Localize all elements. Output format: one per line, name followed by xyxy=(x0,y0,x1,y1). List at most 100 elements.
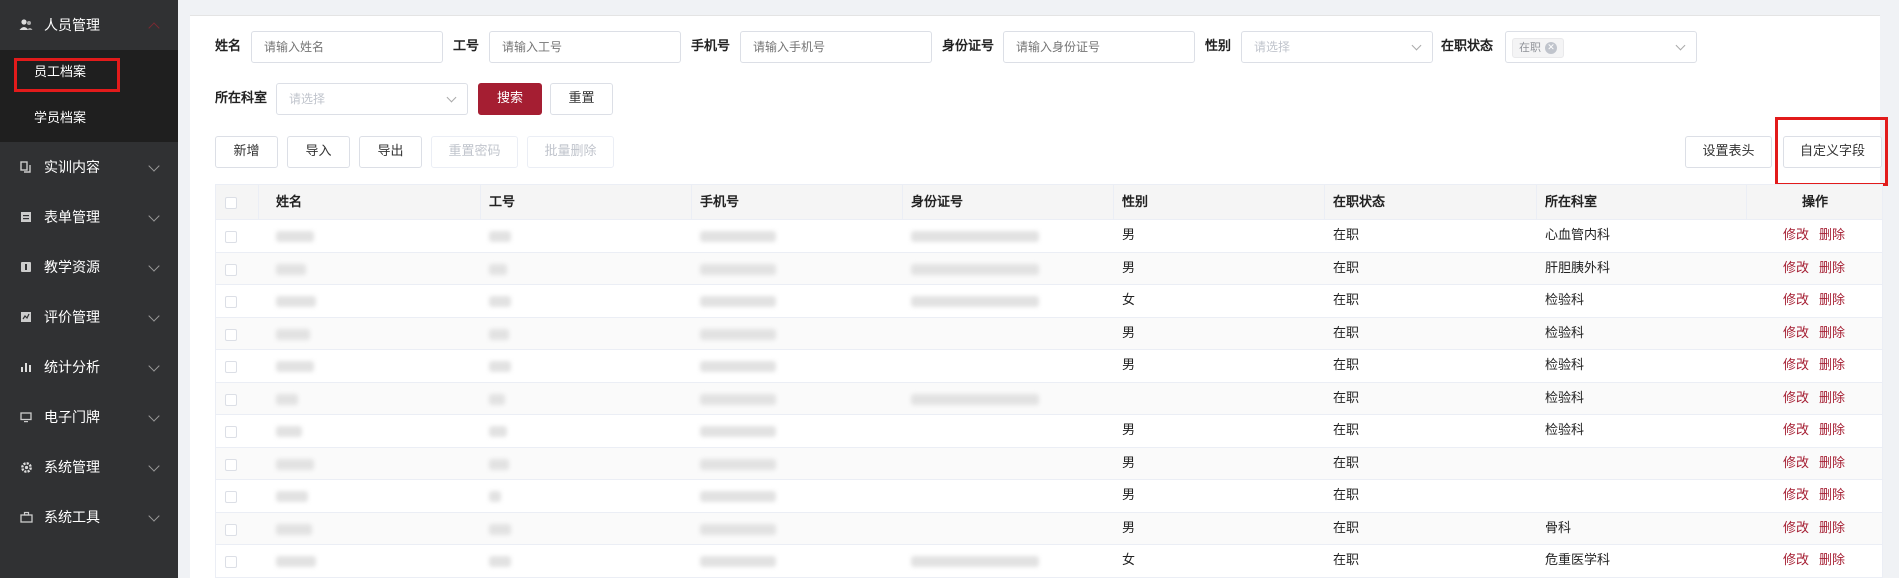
table-header: 姓名 工号 手机号 身份证号 性别 在职状态 所在科室 操作 xyxy=(215,184,1883,221)
job-no-input[interactable] xyxy=(489,31,681,63)
status-tag-label: 在职 xyxy=(1519,41,1541,54)
nav-group-evaluation[interactable]: 评价管理 xyxy=(0,292,178,342)
row-checkbox[interactable] xyxy=(225,458,237,471)
chevron-up-icon xyxy=(148,22,160,34)
gender-select-placeholder: 请选择 xyxy=(1254,40,1291,54)
chevron-down-icon xyxy=(1675,40,1686,51)
delete-link[interactable]: 删除 xyxy=(1819,350,1845,382)
subnav-personnel: 员工档案 学员档案 xyxy=(0,50,178,142)
blurred-phone xyxy=(700,328,776,340)
gender-select[interactable]: 请选择 xyxy=(1241,31,1433,63)
edit-link[interactable]: 修改 xyxy=(1783,513,1809,545)
delete-link[interactable]: 删除 xyxy=(1819,253,1845,285)
chevron-down-icon xyxy=(148,410,160,422)
sidebar: 人员管理 员工档案 学员档案 实训内容 表单管理 教学资源 评价管理 统计分析 xyxy=(0,0,178,578)
dept-select[interactable]: 请选择 xyxy=(276,83,468,115)
cell-gender: 男 xyxy=(1122,260,1136,276)
cell-gender: 男 xyxy=(1122,520,1136,536)
edit-link[interactable]: 修改 xyxy=(1783,545,1809,577)
sub-item-employee-archive[interactable]: 员工档案 xyxy=(0,50,178,96)
blurred-name xyxy=(276,393,298,405)
nav-group-system-tools[interactable]: 系统工具 xyxy=(0,492,178,542)
delete-link[interactable]: 删除 xyxy=(1819,318,1845,350)
blurred-job-no xyxy=(489,491,501,502)
delete-link[interactable]: 删除 xyxy=(1819,415,1845,447)
blurred-phone xyxy=(700,393,776,405)
row-checkbox[interactable] xyxy=(225,426,237,438)
column-header-select xyxy=(216,185,259,221)
nav-group-label: 电子门牌 xyxy=(44,410,100,426)
sub-item-label: 学员档案 xyxy=(34,111,87,126)
edit-link[interactable]: 修改 xyxy=(1783,220,1809,252)
row-checkbox[interactable] xyxy=(225,393,237,406)
nav-group-e-doorplate[interactable]: 电子门牌 xyxy=(0,392,178,442)
cell-dept: 骨科 xyxy=(1545,520,1572,536)
reset-button[interactable]: 重置 xyxy=(550,83,613,115)
edit-link[interactable]: 修改 xyxy=(1783,480,1809,512)
reset-password-button[interactable]: 重置密码 xyxy=(431,136,518,168)
table-row: 男 在职 修改 删除 xyxy=(215,480,1883,513)
import-button[interactable]: 导入 xyxy=(287,136,350,168)
cell-gender: 男 xyxy=(1122,455,1136,471)
nav-group-forms[interactable]: 表单管理 xyxy=(0,192,178,242)
row-checkbox[interactable] xyxy=(225,523,237,536)
cell-dept xyxy=(1537,448,1545,480)
edit-link[interactable]: 修改 xyxy=(1783,350,1809,382)
blurred-name xyxy=(276,361,314,372)
edit-link[interactable]: 修改 xyxy=(1783,383,1809,415)
cell-status: 在职 xyxy=(1333,358,1360,373)
id-card-input[interactable] xyxy=(1003,31,1195,63)
row-checkbox[interactable] xyxy=(225,263,237,276)
blurred-name xyxy=(276,263,306,275)
blurred-phone xyxy=(700,361,776,372)
sub-item-student-archive[interactable]: 学员档案 xyxy=(0,96,178,142)
row-checkbox[interactable] xyxy=(225,328,237,341)
add-button[interactable]: 新增 xyxy=(215,136,278,168)
nav-group-label: 统计分析 xyxy=(44,360,100,376)
blurred-name xyxy=(276,296,316,307)
delete-link[interactable]: 删除 xyxy=(1819,285,1845,317)
close-icon[interactable]: ✕ xyxy=(1545,42,1557,54)
evaluation-icon xyxy=(16,310,36,324)
column-header-job-no: 工号 xyxy=(481,185,692,221)
edit-link[interactable]: 修改 xyxy=(1783,415,1809,447)
blurred-phone xyxy=(700,296,776,307)
phone-input[interactable] xyxy=(740,31,932,63)
row-checkbox[interactable] xyxy=(225,361,237,373)
chevron-down-icon xyxy=(148,310,160,322)
edit-link[interactable]: 修改 xyxy=(1783,448,1809,480)
delete-link[interactable]: 删除 xyxy=(1819,448,1845,480)
name-input[interactable] xyxy=(251,31,443,63)
cell-status: 在职 xyxy=(1333,455,1360,471)
edit-link[interactable]: 修改 xyxy=(1783,318,1809,350)
delete-link[interactable]: 删除 xyxy=(1819,513,1845,545)
delete-link[interactable]: 删除 xyxy=(1819,383,1845,415)
nav-group-system-management[interactable]: 系统管理 xyxy=(0,442,178,492)
export-button[interactable]: 导出 xyxy=(359,136,422,168)
table-row: 男 在职 骨科 修改 删除 xyxy=(215,512,1883,545)
blurred-name xyxy=(276,556,316,567)
nav-group-training[interactable]: 实训内容 xyxy=(0,142,178,192)
nav-group-statistics[interactable]: 统计分析 xyxy=(0,342,178,392)
blurred-job-no xyxy=(489,263,507,275)
delete-link[interactable]: 删除 xyxy=(1819,545,1845,577)
status-select[interactable]: 在职 ✕ xyxy=(1505,31,1697,63)
set-header-button[interactable]: 设置表头 xyxy=(1685,136,1772,168)
filter-id-card-label: 身份证号 xyxy=(942,39,995,54)
batch-delete-button[interactable]: 批量删除 xyxy=(527,136,614,168)
edit-link[interactable]: 修改 xyxy=(1783,285,1809,317)
row-checkbox[interactable] xyxy=(225,491,237,503)
nav-group-personnel[interactable]: 人员管理 xyxy=(0,0,178,50)
row-checkbox[interactable] xyxy=(225,556,237,568)
row-checkbox[interactable] xyxy=(225,231,237,243)
search-button[interactable]: 搜索 xyxy=(478,83,542,115)
edit-link[interactable]: 修改 xyxy=(1783,253,1809,285)
nav-group-resources[interactable]: 教学资源 xyxy=(0,242,178,292)
cell-status: 在职 xyxy=(1333,390,1360,406)
table-row: 女 在职 危重医学科 修改 删除 xyxy=(215,545,1883,578)
blurred-id-card xyxy=(911,231,1039,242)
delete-link[interactable]: 删除 xyxy=(1819,220,1845,252)
row-checkbox[interactable] xyxy=(225,296,237,308)
blurred-job-no xyxy=(489,523,511,535)
delete-link[interactable]: 删除 xyxy=(1819,480,1845,512)
